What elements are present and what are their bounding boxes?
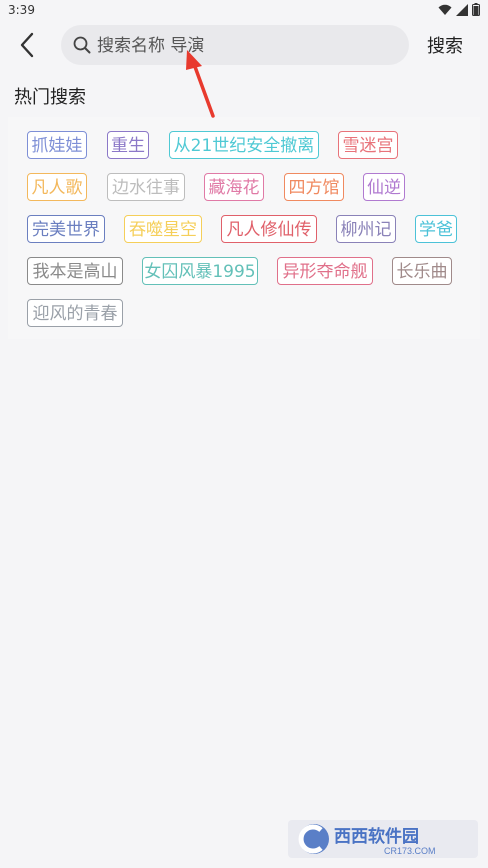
hot-tag[interactable]: 长乐曲 [392, 257, 452, 285]
status-time: 3:39 [8, 3, 35, 17]
watermark-brand: 西西软件园 [334, 826, 419, 846]
search-box[interactable] [61, 25, 409, 67]
hot-tag[interactable]: 我本是高山 [27, 257, 123, 285]
hot-tag[interactable]: 藏海花 [204, 173, 264, 201]
wifi-icon [438, 4, 452, 15]
hot-search-title: 热门搜索 [14, 87, 86, 108]
search-header: 搜索 [0, 22, 488, 70]
battery-icon [472, 3, 480, 16]
hot-tag[interactable]: 四方馆 [284, 173, 344, 201]
hot-tag[interactable]: 异形夺命舰 [277, 257, 373, 285]
hot-tag[interactable]: 抓娃娃 [27, 131, 87, 159]
hot-tag[interactable]: 从21世纪安全撤离 [169, 131, 319, 159]
hot-tag[interactable]: 仙逆 [363, 173, 405, 201]
hot-tag[interactable]: 凡人修仙传 [221, 215, 317, 243]
search-input[interactable] [95, 25, 399, 67]
hot-tag[interactable]: 吞噬星空 [124, 215, 202, 243]
back-button[interactable] [10, 28, 44, 62]
search-button[interactable]: 搜索 [427, 32, 463, 58]
signal-icon [456, 3, 468, 16]
watermark-logo: 西西软件园 CR173.COM [288, 818, 478, 860]
hot-tag[interactable]: 完美世界 [27, 215, 105, 243]
hot-tag[interactable]: 边水往事 [107, 173, 185, 201]
hot-tag[interactable]: 重生 [107, 131, 149, 159]
hot-tag[interactable]: 女囚风暴1995 [142, 257, 258, 285]
hot-tag[interactable]: 迎风的青春 [27, 299, 123, 327]
watermark-url: CR173.COM [384, 846, 436, 856]
hot-tag[interactable]: 凡人歌 [27, 173, 87, 201]
hot-tag[interactable]: 学爸 [415, 215, 457, 243]
hot-tag[interactable]: 雪迷宫 [338, 131, 398, 159]
hot-tag[interactable]: 柳州记 [336, 215, 396, 243]
status-icons [438, 3, 480, 16]
status-bar: 3:39 [0, 0, 488, 22]
chevron-left-icon [20, 32, 34, 58]
hot-search-tags: 抓娃娃 重生 从21世纪安全撤离 雪迷宫 凡人歌 边水往事 藏海花 四方馆 仙逆… [8, 117, 480, 339]
search-icon [73, 36, 91, 54]
